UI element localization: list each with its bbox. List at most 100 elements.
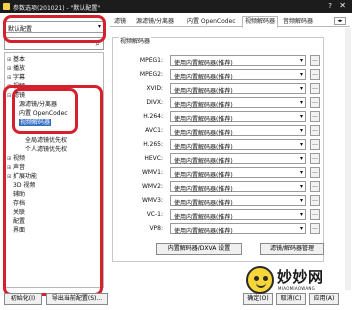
decoder-select[interactable]: 使用内置解码器(推荐) ▾ — [170, 55, 306, 67]
tab-audio-decoder[interactable]: 音频解码器 — [281, 17, 315, 27]
tab-strip: 滤镜 源滤镜/分离器 内置 OpenCodec 视频解码器 音频解码器 — [110, 15, 350, 28]
decoder-more-button[interactable]: ... — [310, 83, 320, 94]
tree-item-3d-video[interactable]: 3D 视频 — [13, 182, 35, 190]
tree-item-video[interactable]: ⊞ 视频 — [7, 155, 25, 163]
tree-item-playback[interactable]: ⊞ 播放 — [7, 65, 25, 73]
watermark-brand: 妙妙网 — [277, 268, 324, 286]
chevron-down-icon: ▾ — [299, 197, 303, 204]
decoder-label: AVC1: — [145, 127, 163, 134]
chevron-down-icon: ▾ — [299, 71, 303, 78]
decoder-label: WMV2: — [141, 183, 163, 190]
decoder-more-button[interactable]: ... — [310, 153, 320, 164]
preset-select[interactable]: 默认配置 ▾ — [4, 21, 104, 33]
filter-manager-button[interactable]: 滤镜/解码器管理 — [260, 243, 324, 255]
decoder-more-button[interactable]: ... — [310, 125, 320, 136]
chevron-down-icon: ▾ — [299, 57, 303, 64]
scrollbar[interactable] — [345, 28, 351, 290]
tree-item-basic[interactable]: ⊞ 基本 — [7, 56, 25, 64]
decoder-row-h264: H.264: 使用内置解码器(推荐) ▾ ... — [120, 111, 330, 123]
help-button[interactable]: ? — [328, 2, 332, 10]
decoder-label: MPEG2: — [139, 71, 163, 78]
tree-item-source-filters[interactable]: 源滤镜/分离器 — [19, 101, 57, 109]
tree-item-config[interactable]: 配置 — [13, 218, 25, 226]
decoder-more-button[interactable]: ... — [310, 69, 320, 80]
chevron-down-icon: ▾ — [299, 99, 303, 106]
decoder-select[interactable]: 使用内置解码器(推荐) ▾ — [170, 153, 306, 165]
decoder-row-xvid: XVID: 使用内置解码器(推荐) ▾ ... — [120, 83, 330, 95]
decoder-select[interactable]: 使用内置解码器(推荐) ▾ — [170, 83, 306, 95]
decoder-label: VP8: — [149, 225, 163, 232]
site-watermark: 妙妙网 MIAOMIAOWANG — [240, 262, 350, 304]
decoder-more-button[interactable]: ... — [310, 223, 320, 234]
chevron-down-icon: ▾ — [299, 225, 303, 232]
chevron-down-icon: ▾ — [299, 211, 303, 218]
close-button[interactable]: ✕ — [339, 1, 346, 10]
tree-item-association[interactable]: 关联 — [13, 209, 25, 217]
tree-item-global-filter-priority[interactable]: 全局滤镜优先权 — [25, 137, 67, 145]
settings-search-box[interactable]: ⌕ — [4, 37, 104, 50]
tree-item-interface[interactable]: 界面 — [13, 227, 25, 235]
decoder-label: WMV1: — [141, 169, 163, 176]
search-icon[interactable]: ⌕ — [96, 39, 100, 49]
decoder-select[interactable]: 使用内置解码器(推荐) ▾ — [170, 139, 306, 151]
dxva-settings-button[interactable]: 内置解码器/DXVA 设置 — [156, 243, 242, 255]
decoder-row-vp8: VP8: 使用内置解码器(推荐) ▾ ... — [120, 223, 330, 235]
decoder-more-button[interactable]: ... — [310, 181, 320, 192]
decoder-more-button[interactable]: ... — [310, 139, 320, 150]
tree-item-archive[interactable]: 存档 — [13, 200, 25, 208]
chevron-down-icon: ▾ — [299, 127, 303, 134]
chevron-down-icon: ▾ — [299, 141, 303, 148]
smiley-logo-icon — [246, 266, 274, 294]
tab-video-decoder[interactable]: 视频解码器 — [242, 16, 279, 28]
tab-builtin-opencodec[interactable]: 内置 OpenCodec — [185, 17, 238, 27]
decoder-row-mpeg2: MPEG2: 使用内置解码器(推荐) ▾ ... — [120, 69, 330, 81]
decoder-more-button[interactable]: ... — [310, 111, 320, 122]
decoder-more-button[interactable]: ... — [310, 195, 320, 206]
decoder-select[interactable]: 使用内置解码器(推荐) ▾ — [170, 97, 306, 109]
decoder-label: VC-1: — [146, 211, 163, 218]
init-button[interactable]: 初始化(I) — [4, 293, 42, 305]
settings-tree[interactable]: ⊞ 基本 ⊞ 播放 ⊞ 字幕 ⊞ 视频 ⊟ 滤镜 源滤镜/分离器 内置 OpenCodec… — [4, 52, 104, 288]
decoder-select[interactable]: 使用内置解码器(推荐) ▾ — [170, 111, 306, 123]
decoder-row-wmv1: WMV1: 使用内置解码器(推荐) ▾ ... — [120, 167, 330, 179]
decoder-label: XVID: — [146, 85, 163, 92]
chevron-down-icon: ▾ — [299, 155, 303, 162]
decoder-more-button[interactable]: ... — [310, 55, 320, 66]
decoder-more-button[interactable]: ... — [310, 97, 320, 108]
tree-item-assist[interactable]: 辅助 — [13, 191, 25, 199]
export-config-button[interactable]: 导出当前配置(S)... — [46, 293, 108, 305]
decoder-row-divx: DIVX: 使用内置解码器(推荐) ▾ ... — [120, 97, 330, 109]
decoder-label: H.265: — [143, 141, 163, 148]
tab-source-filters[interactable]: 源滤镜/分离器 — [134, 17, 176, 27]
decoder-more-button[interactable]: ... — [310, 209, 320, 220]
chevron-down-icon: ▾ — [299, 85, 303, 92]
tab-filters[interactable]: 滤镜 — [112, 17, 128, 27]
decoder-select[interactable]: 使用内置解码器(推荐) ▾ — [170, 167, 306, 179]
decoder-more-button[interactable]: ... — [310, 167, 320, 178]
decoder-select[interactable]: 使用内置解码器(推荐) ▾ — [170, 69, 306, 81]
decoder-row-wmv2: WMV2: 使用内置解码器(推荐) ▾ ... — [120, 181, 330, 193]
tab-scroll-arrows[interactable]: ◂▸ — [334, 17, 346, 25]
decoder-select[interactable]: 使用内置解码器(推荐) ▾ — [170, 195, 306, 207]
tree-item-extensions[interactable]: ⊞ 扩展功能 — [7, 173, 37, 181]
tree-item-personal-filter-priority[interactable]: 个人滤镜优先权 — [25, 146, 67, 154]
decoder-select[interactable]: 使用内置解码器(推荐) ▾ — [170, 125, 306, 137]
chevron-down-icon: ▾ — [299, 183, 303, 190]
tree-item-audio[interactable]: ⊞ 声音 — [7, 164, 25, 172]
chevron-down-icon: ▾ — [299, 113, 303, 120]
decoder-select[interactable]: 使用内置解码器(推荐) ▾ — [170, 181, 306, 193]
decoder-label: DIVX: — [146, 99, 163, 106]
tree-item-builtin-opencodec[interactable]: 内置 OpenCodec — [19, 110, 68, 118]
decoder-label: MPEG1: — [139, 57, 163, 64]
decoder-row-hevc: HEVC: 使用内置解码器(推荐) ▾ ... — [120, 153, 330, 165]
decoder-select[interactable]: 使用内置解码器(推荐) ▾ — [170, 223, 306, 235]
preset-select-value: 默认配置 — [8, 26, 33, 33]
decoder-select[interactable]: 使用内置解码器(推荐) ▾ — [170, 209, 306, 221]
decoder-label: H.264: — [143, 113, 163, 120]
tree-item-filters[interactable]: ⊟ 滤镜 — [7, 92, 25, 100]
tree-item-video-decoder[interactable]: 视频解码器 — [19, 119, 52, 127]
tree-item-subtitles[interactable]: ⊞ 字幕 — [7, 74, 25, 82]
tree-item-video-top[interactable]: ⊞ 视频 — [7, 83, 25, 91]
decoder-label: HEVC: — [144, 155, 163, 162]
settings-search-input[interactable] — [7, 39, 87, 48]
